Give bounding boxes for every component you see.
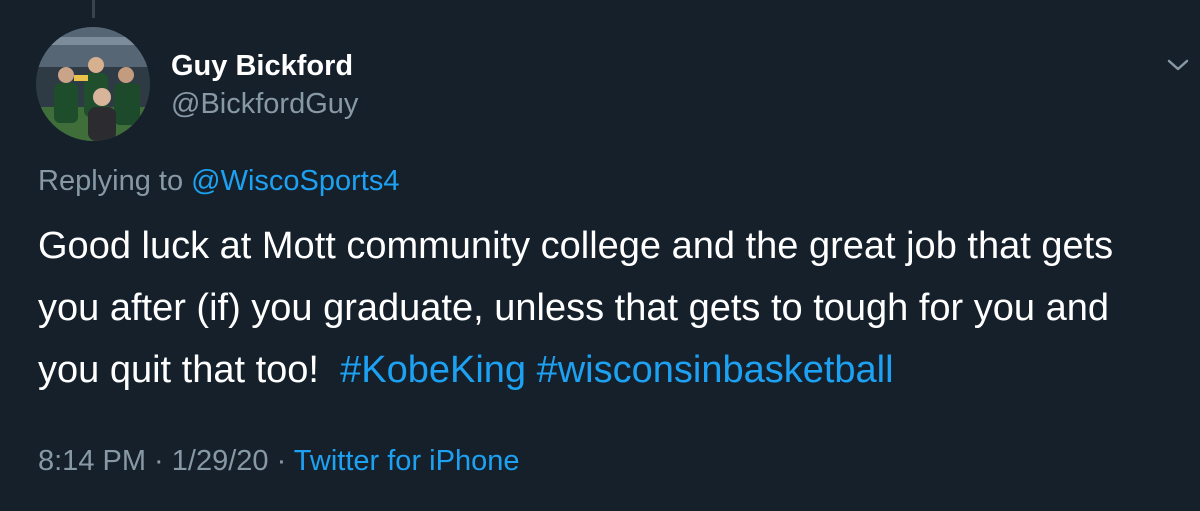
avatar-photo <box>36 27 150 141</box>
hashtag-separator <box>526 349 537 391</box>
hashtag-link[interactable]: #KobeKing <box>340 349 526 391</box>
tweet-meta: 8:14 PM · 1/29/20 · Twitter for iPhone <box>38 445 519 478</box>
hashtag-link[interactable]: #wisconsinbasketball <box>537 349 894 391</box>
meta-separator: · <box>268 445 294 477</box>
tweet-body: Good luck at Mott community college and … <box>38 215 1178 401</box>
tweet-time[interactable]: 8:14 PM <box>38 445 146 477</box>
replying-to-line: Replying to @WiscoSports4 <box>38 165 399 198</box>
tweet-menu-button[interactable] <box>1163 50 1193 80</box>
author-display-name[interactable]: Guy Bickford <box>171 50 353 83</box>
tweet-date[interactable]: 1/29/20 <box>172 445 269 477</box>
avatar[interactable] <box>36 27 150 141</box>
replying-to-label: Replying to <box>38 165 192 197</box>
reply-target-link[interactable]: @WiscoSports4 <box>191 165 399 197</box>
meta-separator: · <box>146 445 172 477</box>
chevron-down-icon <box>1167 59 1189 71</box>
tweet-source-link[interactable]: Twitter for iPhone <box>294 445 520 477</box>
author-handle[interactable]: @BickfordGuy <box>171 88 358 121</box>
thread-connector-line <box>92 0 95 18</box>
